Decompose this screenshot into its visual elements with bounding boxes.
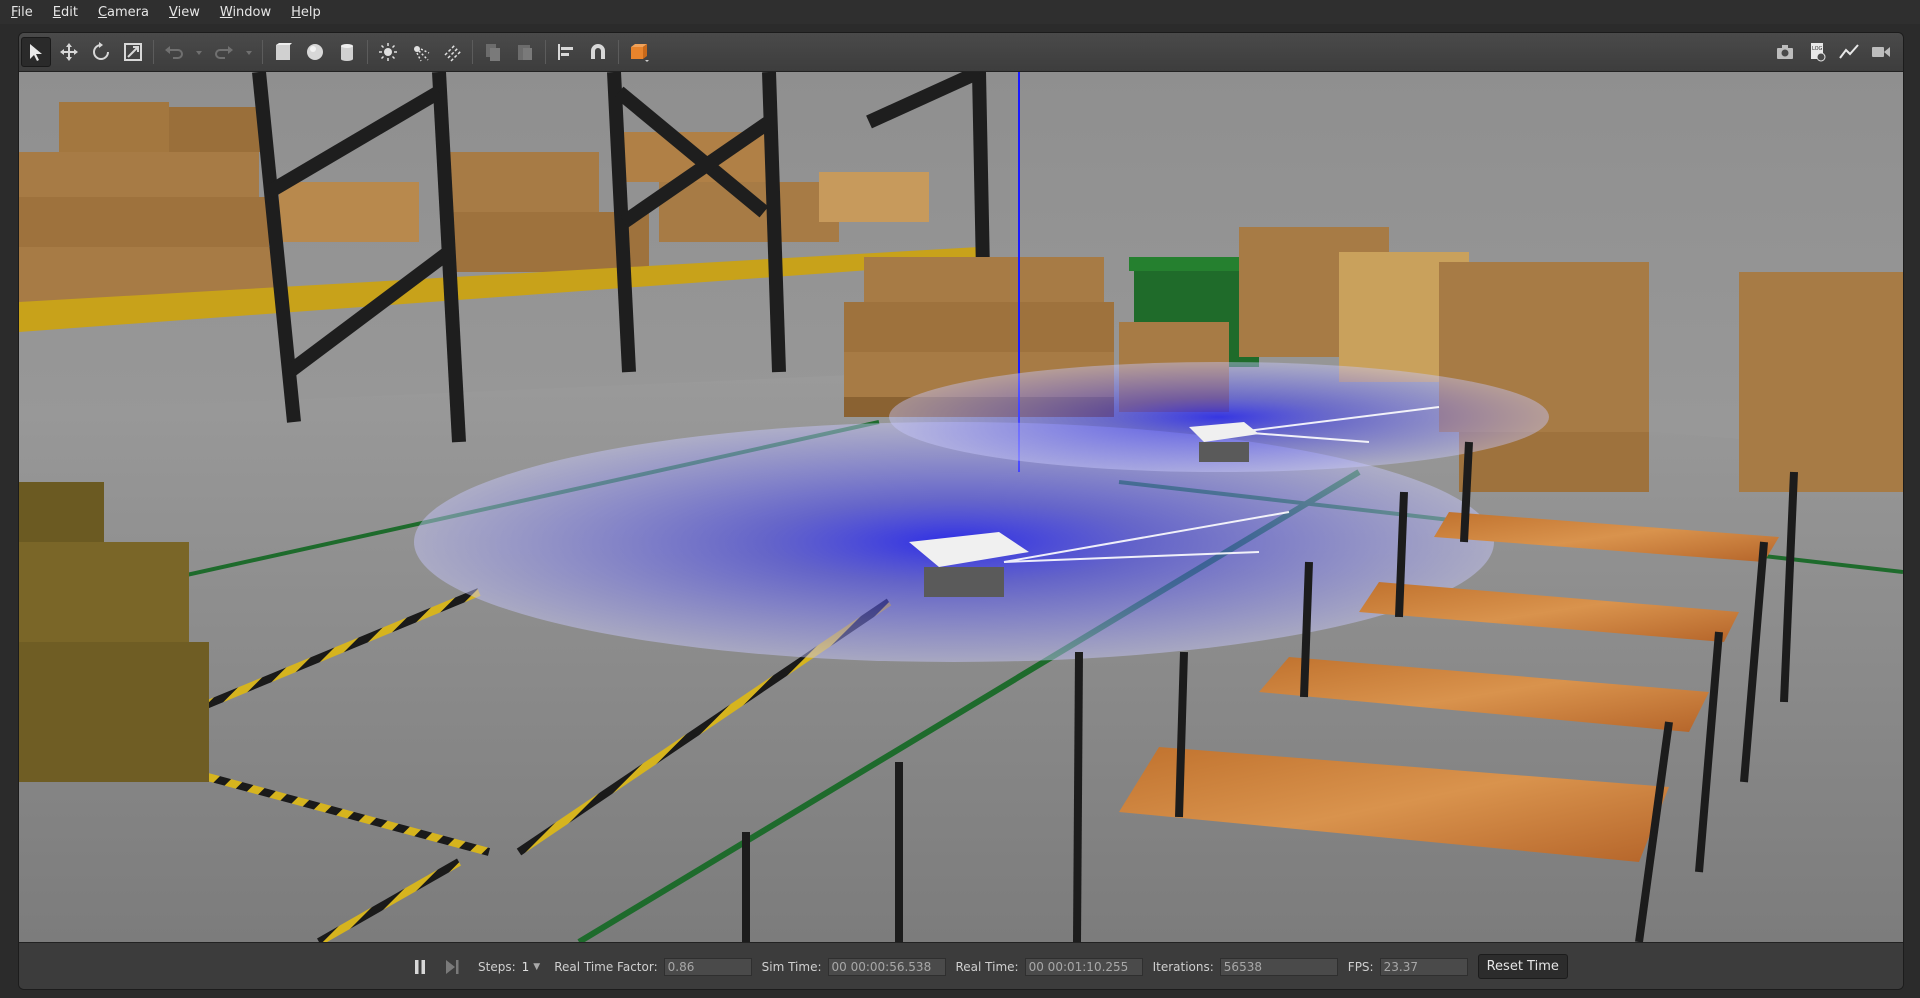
box-shape-icon[interactable] [269,38,297,66]
rotate-icon[interactable] [87,38,115,66]
menu-camera[interactable]: Camera [87,5,158,20]
plot-icon[interactable] [1835,38,1863,66]
paste-icon[interactable] [511,38,539,66]
copy-icon[interactable] [479,38,507,66]
steps-value[interactable]: 1 [522,960,530,974]
steps-dropdown-icon[interactable]: ▼ [533,962,540,972]
snap-icon[interactable] [584,38,612,66]
select-arrow-icon[interactable] [21,37,51,67]
toolbar-right: LOG [1769,38,1897,66]
spot-light-icon[interactable] [406,38,434,66]
menu-bar: File Edit Camera View Window Help [0,0,1920,24]
toolbar: LOG [19,33,1903,72]
svg-text:LOG: LOG [1812,46,1823,52]
rtf-label: Real Time Factor: [554,960,657,974]
gazebo-window: LOG [18,32,1904,990]
toolbar-separator [367,40,368,64]
menu-file[interactable]: File [0,5,42,20]
fps-label: FPS: [1348,960,1374,974]
menu-edit[interactable]: Edit [42,5,87,20]
pause-icon[interactable] [406,953,434,981]
iterations-field: 56538 [1220,958,1338,976]
align-icon[interactable] [552,38,580,66]
translate-icon[interactable] [55,38,83,66]
sphere-shape-icon[interactable] [301,38,329,66]
undo-icon[interactable] [160,38,188,66]
sim-time-label: Sim Time: [762,960,822,974]
real-time-label: Real Time: [956,960,1019,974]
fps-field: 23.37 [1380,958,1468,976]
undo-history-icon[interactable] [192,38,206,66]
toolbar-separator [618,40,619,64]
iterations-label: Iterations: [1153,960,1214,974]
point-light-icon[interactable] [374,38,402,66]
video-record-icon[interactable] [1867,38,1895,66]
menu-window[interactable]: Window [209,5,280,20]
real-time-field: 00 00:01:10.255 [1025,958,1143,976]
view-angle-icon[interactable] [625,38,653,66]
steps-label: Steps: [478,960,516,974]
redo-icon[interactable] [210,38,238,66]
simulation-bottom-bar: Steps: 1 ▼ Real Time Factor: 0.86 Sim Ti… [19,942,1903,990]
rtf-field: 0.86 [664,958,752,976]
sim-time-field: 00 00:00:56.538 [828,958,946,976]
toolbar-separator [545,40,546,64]
toolbar-separator [262,40,263,64]
redo-history-icon[interactable] [242,38,256,66]
directional-light-icon[interactable] [438,38,466,66]
robot-2 [1189,422,1259,462]
menu-view[interactable]: View [158,5,209,20]
warehouse-scene [19,72,1903,942]
step-icon[interactable] [438,953,466,981]
menu-help[interactable]: Help [280,5,330,20]
log-icon[interactable]: LOG [1803,38,1831,66]
toolbar-separator [153,40,154,64]
cylinder-shape-icon[interactable] [333,38,361,66]
screenshot-icon[interactable] [1771,38,1799,66]
reset-time-button[interactable]: Reset Time [1478,954,1568,979]
scale-icon[interactable] [119,38,147,66]
scene-viewport[interactable] [19,72,1903,942]
toolbar-separator [472,40,473,64]
